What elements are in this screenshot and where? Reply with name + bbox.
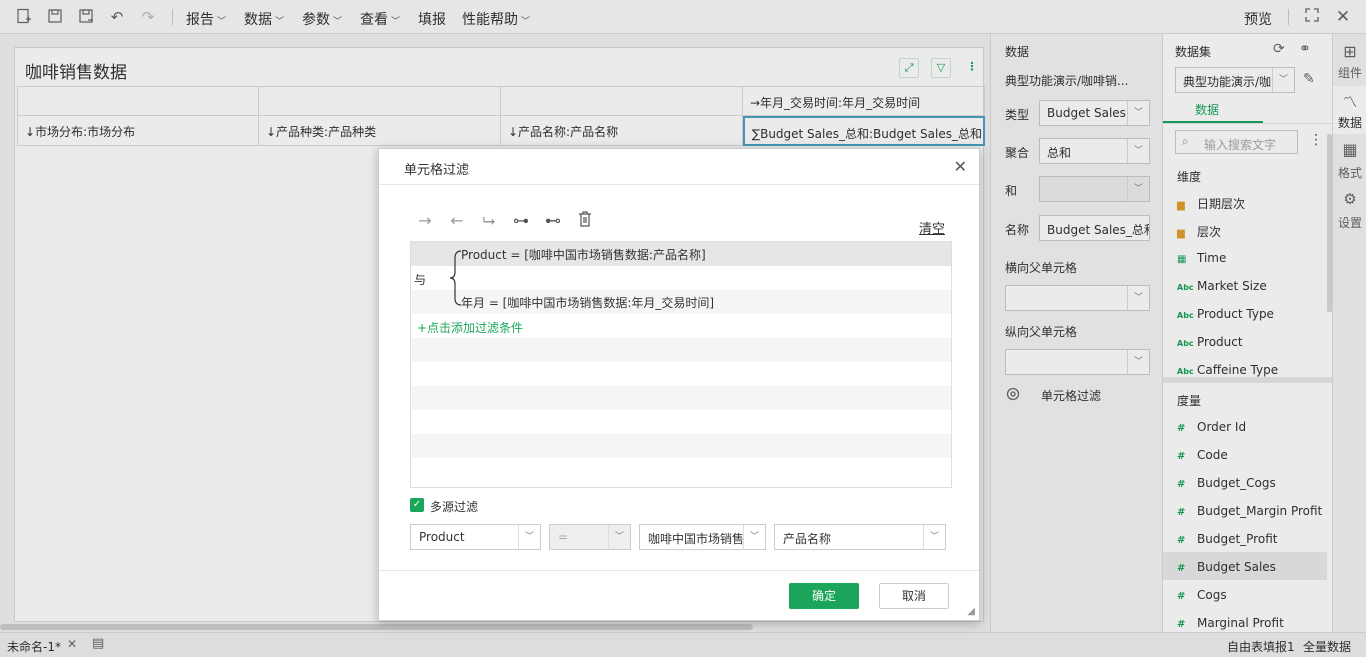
insert-below-icon[interactable]: ⊷ [543, 211, 563, 231]
indent-left-icon[interactable]: ← [447, 211, 467, 231]
branch-icon[interactable]: ⮡ [479, 211, 499, 231]
target-field-select[interactable]: 产品名称 ﹀ [774, 524, 946, 550]
filter-row [411, 338, 951, 362]
filter-row [411, 266, 951, 290]
filter-condition[interactable]: Product = [咖啡中国市场销售数据:产品名称] [461, 246, 706, 263]
multi-source-label: 多源过滤 [430, 500, 479, 514]
insert-above-icon[interactable]: ⊶ [511, 211, 531, 231]
source-select[interactable]: 咖啡中国市场销售 ﹀ [639, 524, 766, 550]
filter-condition-table: 与 Product = [咖啡中国市场销售数据:产品名称] 年月 = [咖啡中国… [410, 241, 952, 488]
dialog-footer-divider [379, 570, 979, 571]
multi-source-checkbox[interactable]: ✓ [410, 498, 424, 512]
close-icon[interactable]: ✕ [954, 157, 967, 176]
filter-row [411, 386, 951, 410]
add-condition-link[interactable]: +点击添加过滤条件 [417, 319, 523, 336]
delete-icon[interactable] [575, 211, 595, 231]
filter-row [411, 434, 951, 458]
ok-button[interactable]: 确定 [789, 583, 859, 609]
dialog-title: 单元格过滤 [404, 163, 470, 178]
filter-row [411, 458, 951, 482]
indent-right-icon[interactable]: → [415, 211, 435, 231]
operator-select[interactable]: = ﹀ [549, 524, 631, 550]
filter-row [411, 362, 951, 386]
resize-handle-icon[interactable]: ◢ [967, 606, 975, 617]
dialog-divider [379, 184, 979, 185]
field-select[interactable]: Product ﹀ [410, 524, 541, 550]
filter-condition[interactable]: 年月 = [咖啡中国市场销售数据:年月_交易时间] [461, 294, 714, 311]
filter-row [411, 410, 951, 434]
logic-operator-label[interactable]: 与 [414, 271, 426, 288]
cell-filter-dialog: 单元格过滤 ✕ → ← ⮡ ⊶ ⊷ 清空 与 Product = [咖啡中国市场… [378, 148, 980, 621]
clear-button[interactable]: 清空 [919, 218, 945, 237]
cancel-button[interactable]: 取消 [879, 583, 949, 609]
